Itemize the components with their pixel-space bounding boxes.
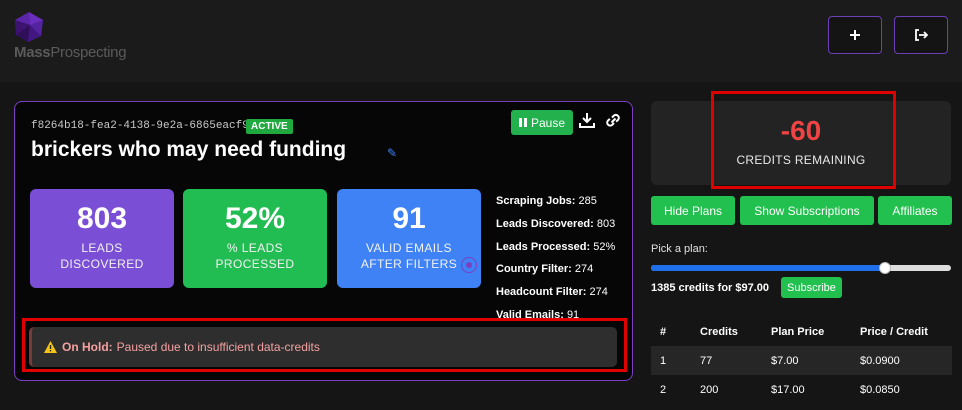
detail-row: Scraping Jobs: 285 — [496, 195, 597, 207]
affiliates-button[interactable]: Affiliates — [878, 196, 952, 225]
table-cell: $17.00 — [771, 383, 805, 396]
detail-row: Leads Discovered: 803 — [496, 217, 616, 230]
table-row[interactable]: 1 77 $7.00 $0.0900 — [651, 346, 952, 375]
table-cell: $0.0850 — [860, 383, 900, 396]
column-header: Credits — [700, 318, 771, 346]
job-title: brickers who may need funding — [31, 138, 347, 161]
stat-label: LEADS DISCOVERED — [60, 241, 144, 271]
job-id: f8264b18-fea2-4138-9e2a-6865eacf99f5 — [31, 120, 269, 132]
top-navbar: MassProspecting — [0, 0, 962, 82]
slider-fill — [651, 265, 885, 271]
stat-value: 91 — [392, 202, 426, 235]
stat-valid-emails: 91 VALID EMAILS AFTER FILTERS — [337, 189, 481, 288]
job-card: f8264b18-fea2-4138-9e2a-6865eacf99f5 ACT… — [14, 101, 633, 381]
logo-icon — [15, 12, 43, 42]
pause-label: Pause — [531, 115, 566, 130]
detail-row: Country Filter: 274 — [496, 263, 594, 276]
column-header: Price / Credit — [860, 318, 952, 346]
table-cell: 77 — [700, 354, 713, 367]
detail-row: Leads Processed: 52% — [496, 240, 616, 253]
plans-table: # Credits Plan Price Price / Credit 1 77… — [651, 318, 952, 404]
table-row[interactable]: 2 200 $17.00 $0.0850 — [651, 375, 952, 404]
on-hold-alert: On Hold: Paused due to insufficient data… — [29, 327, 617, 367]
table-cell: 2 — [660, 383, 667, 396]
plan-slider[interactable] — [651, 262, 951, 274]
stat-leads-discovered: 803 LEADS DISCOVERED — [30, 189, 174, 288]
credits-value: -60 — [780, 115, 822, 146]
table-cell: 200 — [700, 383, 719, 396]
edit-icon[interactable]: ✎ — [387, 146, 397, 160]
add-button[interactable] — [828, 16, 882, 54]
hide-plans-button[interactable]: Hide Plans — [651, 196, 735, 225]
column-header: Plan Price — [771, 318, 860, 346]
warning-icon — [44, 341, 57, 353]
logout-button[interactable] — [894, 16, 948, 54]
credits-panel: -60 CREDITS REMAINING — [651, 101, 951, 185]
slider-thumb[interactable] — [879, 262, 891, 274]
table-cell: $0.0900 — [860, 354, 900, 367]
link-icon[interactable] — [604, 112, 622, 128]
column-header: # — [651, 318, 700, 346]
selected-plan-text: 1385 credits for $97.00 — [651, 282, 770, 294]
table-cell: 1 — [660, 354, 667, 367]
credits-label: CREDITS REMAINING — [736, 153, 866, 167]
plan-picker-label: Pick a plan: — [651, 243, 708, 255]
show-subscriptions-button[interactable]: Show Subscriptions — [740, 196, 874, 225]
pause-icon — [519, 118, 527, 127]
table-cell: $7.00 — [771, 354, 799, 367]
brand-name: MassProspecting — [14, 44, 127, 61]
pause-button[interactable]: Pause — [511, 110, 574, 135]
stat-leads-processed: 52% % LEADS PROCESSED — [183, 189, 327, 288]
stat-value: 803 — [76, 202, 128, 235]
subscribe-button[interactable]: Subscribe — [781, 277, 842, 298]
detail-row: Headcount Filter: 274 — [496, 286, 608, 299]
stat-label: VALID EMAILS AFTER FILTERS — [360, 241, 458, 271]
on-hold-message: Paused due to insufficient data-credits — [116, 340, 320, 354]
job-details-list: Scraping Jobs: 285 Leads Discovered: 803… — [496, 190, 636, 327]
download-icon[interactable] — [579, 112, 595, 128]
plus-icon — [850, 30, 860, 40]
stat-value: 52% — [224, 202, 286, 235]
stat-label: % LEADS PROCESSED — [215, 241, 295, 271]
detail-row: Valid Emails: 91 — [496, 308, 580, 321]
logout-icon — [915, 29, 928, 41]
radio-indicator-icon[interactable] — [461, 257, 477, 273]
table-header-row: # Credits Plan Price Price / Credit — [651, 318, 952, 346]
on-hold-label: On Hold: — [62, 340, 113, 354]
status-badge: ACTIVE — [246, 119, 293, 134]
